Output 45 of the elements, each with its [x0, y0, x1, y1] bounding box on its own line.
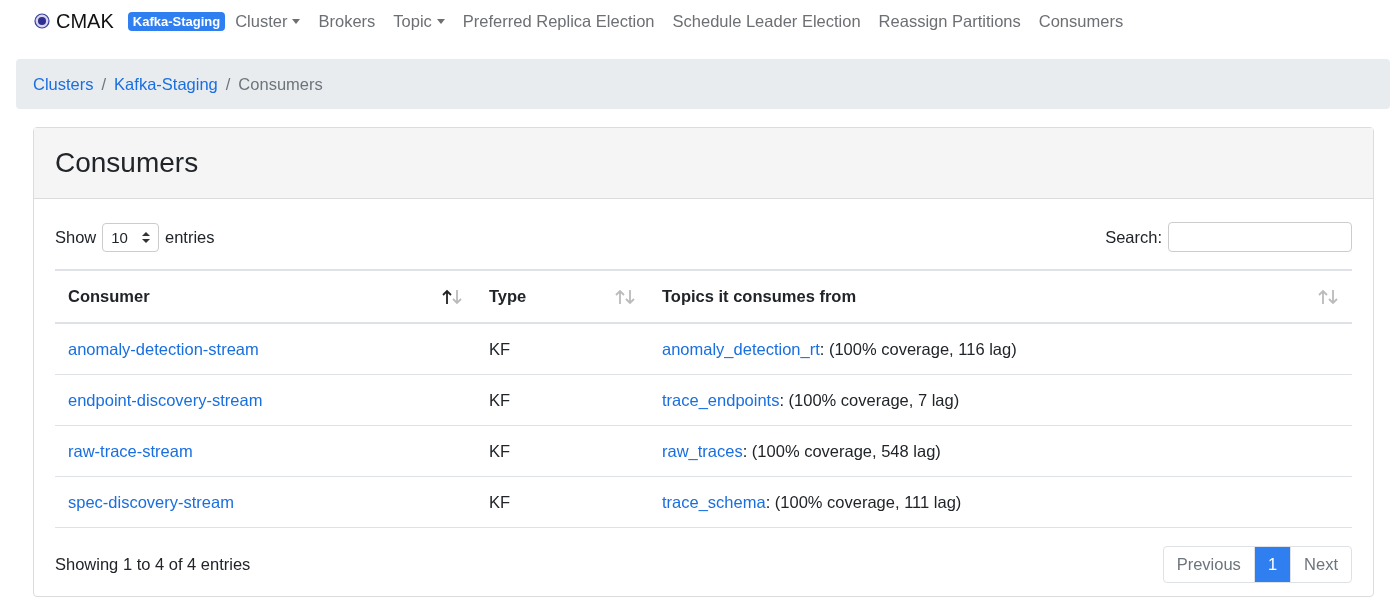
nav-link[interactable]: Schedule Leader Election: [672, 11, 861, 31]
search-field[interactable]: [1168, 222, 1352, 252]
breadcrumb-link[interactable]: Kafka-Staging: [114, 74, 218, 94]
nav-link[interactable]: Brokers: [318, 11, 376, 31]
topic-cell: raw_traces: (100% coverage, 548 lag): [662, 441, 941, 460]
nav-link[interactable]: Consumers: [1038, 11, 1124, 31]
brand-link[interactable]: CMAK: [56, 9, 114, 33]
consumer-link[interactable]: spec-discovery-stream: [68, 492, 234, 511]
breadcrumb-link[interactable]: Clusters: [33, 74, 94, 94]
page-button[interactable]: Previous: [1163, 547, 1255, 582]
topic-cell: anomaly_detection_rt: (100% coverage, 116 lag): [662, 339, 1017, 358]
nav-link[interactable]: Reassign Partitions: [878, 11, 1021, 31]
search-label: Search:: [1105, 227, 1162, 247]
entries-select[interactable]: 10: [102, 222, 159, 252]
breadcrumb-separator: /: [225, 74, 231, 94]
consumer-link[interactable]: endpoint-discovery-stream: [68, 390, 263, 409]
column-header[interactable]: Type: [476, 270, 649, 323]
consumer-link[interactable]: anomaly-detection-stream: [68, 339, 259, 358]
logo-icon: [34, 13, 50, 29]
breadcrumb-current: Consumers: [238, 74, 323, 94]
column-header[interactable]: Topics it consumes from: [649, 270, 1352, 323]
table-info: Showing 1 to 4 of 4 entries: [55, 555, 251, 574]
page-button[interactable]: Next: [1291, 547, 1351, 582]
type-cell: KF: [489, 339, 511, 358]
type-cell: KF: [489, 441, 511, 460]
nav-link[interactable]: Topic: [393, 11, 445, 31]
page-button[interactable]: 1: [1254, 547, 1292, 582]
type-cell: KF: [489, 390, 511, 409]
nav-link[interactable]: Preferred Replica Election: [462, 11, 655, 31]
up-down-arrows-icon: [141, 231, 150, 243]
consumer-link[interactable]: raw-trace-stream: [68, 441, 193, 460]
topic-cell: trace_schema: (100% coverage, 111 lag): [662, 492, 962, 511]
topic-name-link[interactable]: anomaly_detection_rt: [662, 339, 820, 358]
topic-name-link[interactable]: trace_schema: [662, 492, 766, 511]
breadcrumb-separator: /: [101, 74, 107, 94]
nav-link[interactable]: Cluster: [235, 11, 301, 31]
topic-name-link[interactable]: trace_endpoints: [662, 390, 780, 409]
cluster-badge: Kafka-Staging: [127, 11, 226, 31]
entries-label: entries: [164, 227, 215, 247]
type-cell: KF: [489, 492, 511, 511]
card-title: Consumers: [55, 147, 199, 179]
show-label: Show: [55, 227, 97, 247]
column-header[interactable]: Consumer: [55, 270, 476, 323]
topic-name-link[interactable]: raw_traces: [662, 441, 743, 460]
topic-cell: trace_endpoints: (100% coverage, 7 lag): [662, 390, 960, 409]
